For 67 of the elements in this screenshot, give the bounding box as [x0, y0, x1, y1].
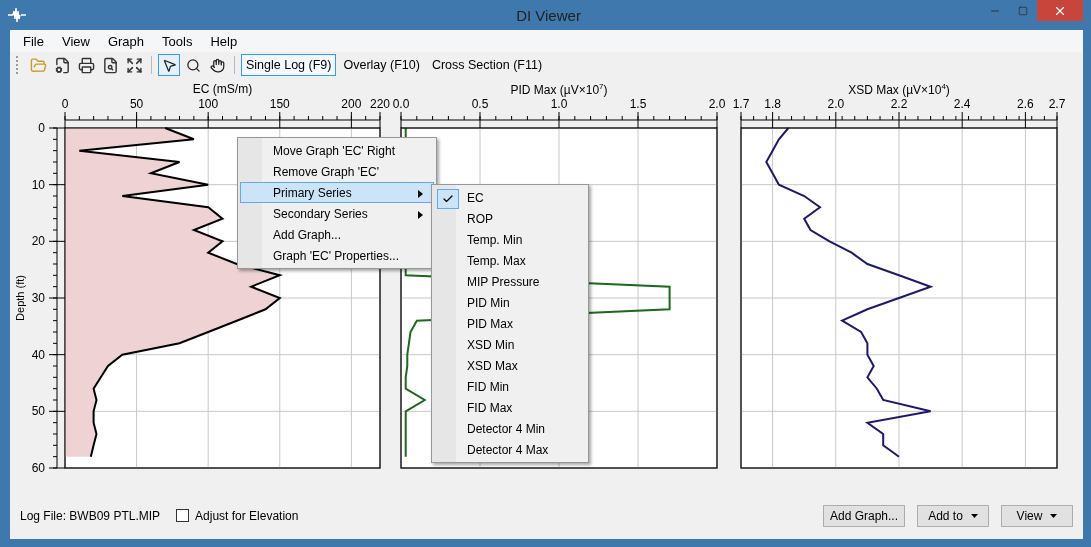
- tick-label: 0: [61, 98, 69, 111]
- menu-item[interactable]: FID Min: [434, 376, 586, 397]
- tick-label: 1.5: [629, 98, 647, 111]
- menu-item[interactable]: FID Max: [434, 397, 586, 418]
- tick-label: 20: [31, 234, 45, 249]
- view-mode-button[interactable]: Single Log (F9): [241, 54, 337, 76]
- menu-item[interactable]: Graph 'EC' Properties...: [240, 245, 434, 266]
- checkbox[interactable]: [176, 509, 190, 522]
- menu-item[interactable]: File: [14, 33, 53, 49]
- tick-label: 2.7: [1048, 98, 1066, 111]
- chart-title: PID Max (µV×10$^{7}$): [509, 82, 609, 98]
- tick-label: 2.6: [1017, 98, 1034, 111]
- waveform-logo-icon: [8, 7, 26, 23]
- tick-label: 50: [31, 404, 45, 419]
- menu-item[interactable]: MIP Pressure: [434, 271, 586, 292]
- view-mode-button[interactable]: Overlay (F10): [338, 54, 425, 76]
- menu-item[interactable]: XSD Max: [434, 355, 586, 376]
- menu-item[interactable]: PID Max: [434, 313, 586, 334]
- menu-item[interactable]: Graph: [98, 33, 154, 49]
- menu-item[interactable]: PID Min: [434, 292, 586, 313]
- toolbar-grip: [16, 56, 21, 74]
- menu-item[interactable]: Temp. Min: [434, 229, 586, 250]
- checkbox-label: Adjust for Elevation: [195, 508, 299, 523]
- axis-label: Depth (ft): [14, 275, 26, 321]
- tick-label: 100: [198, 98, 219, 111]
- tick-label: 60: [31, 461, 45, 475]
- tick-label: 2.0: [708, 98, 726, 111]
- tick-label: 0.5: [471, 98, 489, 111]
- tick-label: 0.0: [392, 98, 410, 111]
- chart-title: XSD Max (µV×10$^{4}$): [847, 82, 951, 98]
- tick-label: 1.8: [764, 98, 781, 111]
- window-title: DI Viewer: [515, 6, 582, 24]
- menu-item[interactable]: View: [52, 33, 99, 49]
- tick-label: 150: [269, 98, 290, 111]
- view-mode-button[interactable]: Cross Section (F11): [426, 54, 548, 76]
- tick-label: 10: [31, 177, 45, 192]
- tick-label: 1.7: [732, 98, 750, 111]
- tick-label: 50: [129, 98, 144, 111]
- log-file-label: Log File: BWB09 PTL.MIP: [20, 508, 161, 523]
- menu-item[interactable]: Help: [201, 33, 247, 49]
- menu-item[interactable]: XSD Min: [434, 334, 586, 355]
- menu-item[interactable]: Secondary Series: [240, 203, 434, 224]
- tick-label: 2.2: [890, 98, 908, 111]
- menu-item[interactable]: Temp. Max: [434, 250, 586, 271]
- tick-label: 0: [38, 121, 45, 135]
- menu-item[interactable]: EC: [434, 187, 586, 208]
- menu-item[interactable]: Move Graph 'EC' Right: [240, 140, 434, 161]
- menu-item[interactable]: Primary Series: [240, 182, 434, 203]
- footer-button[interactable]: Add to: [917, 504, 989, 527]
- tick-label: 220: [370, 98, 390, 111]
- tick-label: 40: [31, 347, 45, 362]
- menu-item[interactable]: Remove Graph 'EC': [240, 161, 434, 182]
- tick-label: 30: [31, 291, 45, 305]
- tick-label: 2.4: [953, 98, 971, 111]
- menu-item[interactable]: Detector 4 Max: [434, 439, 586, 460]
- tick-label: 2.0: [827, 98, 845, 111]
- tick-label: 200: [341, 98, 362, 111]
- footer-button[interactable]: View: [1001, 504, 1073, 527]
- menu-item[interactable]: Tools: [153, 33, 202, 49]
- tick-label: 1.0: [550, 98, 568, 111]
- maximize-icon: [1018, 5, 1028, 16]
- menu-item[interactable]: Detector 4 Min: [434, 418, 586, 439]
- chart-title: EC (mS/m): [191, 82, 254, 98]
- menu-item[interactable]: ROP: [434, 208, 586, 229]
- pointer-icon[interactable]: [158, 54, 180, 76]
- footer-button[interactable]: Add Graph...: [822, 504, 905, 527]
- menu-item[interactable]: Add Graph...: [240, 224, 434, 245]
